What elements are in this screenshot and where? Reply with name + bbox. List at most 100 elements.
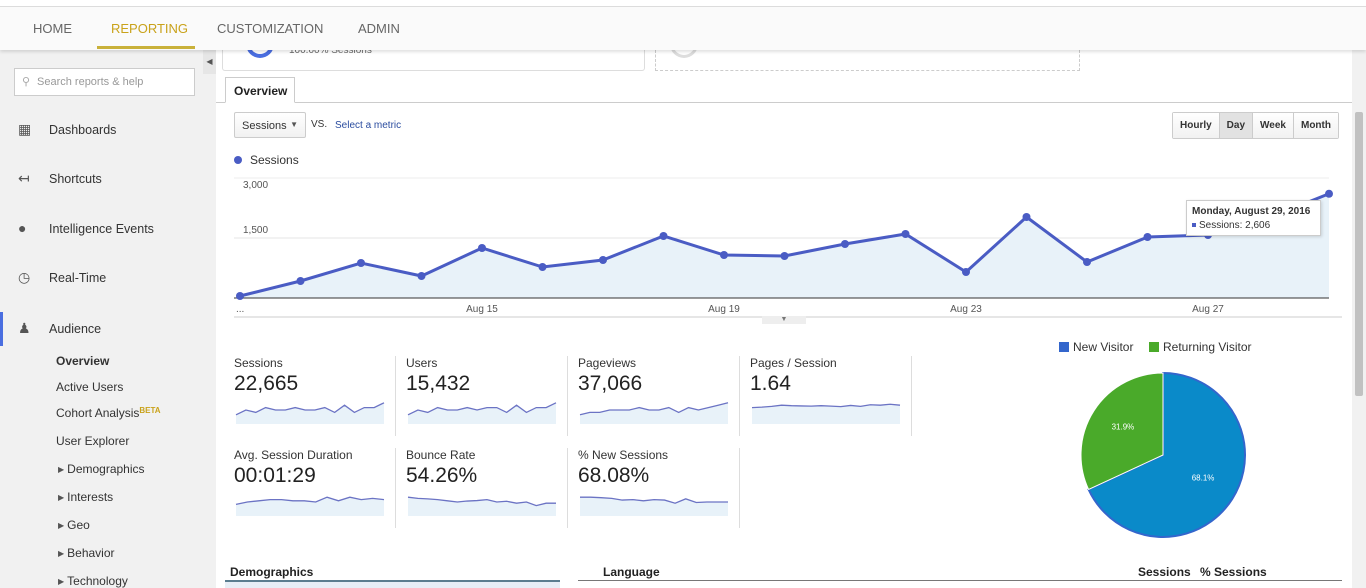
granularity-buttons: Hourly Day Week Month <box>1172 112 1339 139</box>
demographics-link[interactable]: ▶ Demographics <box>58 462 145 476</box>
metric-pages-session[interactable]: Pages / Session 1.64 <box>750 356 912 436</box>
sparkline-fill <box>752 404 900 424</box>
sidebar-item-label: Dashboards <box>49 123 117 137</box>
pie-legend-returning: Returning Visitor <box>1149 340 1252 354</box>
sparkline <box>580 496 728 516</box>
metric-name: % New Sessions <box>578 448 669 462</box>
language-header: Language <box>603 565 660 579</box>
demographics-header: Demographics <box>230 565 314 579</box>
nav-admin[interactable]: ADMIN <box>358 21 400 36</box>
data-point <box>1083 258 1091 266</box>
sidebar-item-label: Real-Time <box>49 271 107 285</box>
data-point <box>1022 213 1031 221</box>
legend-label: New Visitor <box>1073 340 1134 354</box>
day-button[interactable]: Day <box>1219 113 1254 138</box>
data-point <box>357 259 365 267</box>
data-point <box>962 268 970 276</box>
lightbulb-icon: ● <box>18 220 27 236</box>
metric--new-sessions[interactable]: % New Sessions 68.08% <box>578 448 740 528</box>
geo-link[interactable]: ▶ Geo <box>58 518 90 532</box>
sparkline-fill <box>580 402 728 424</box>
vs-label: VS. <box>311 119 328 130</box>
grid-icon: ▦ <box>18 121 32 137</box>
sidebar-item-intelligence-events[interactable]: ● Intelligence Events <box>0 214 216 244</box>
sparkline-fill <box>408 402 556 424</box>
sparkline <box>579 402 729 424</box>
metric-avg-session-duration[interactable]: Avg. Session Duration 00:01:29 <box>234 448 396 528</box>
chevron-down-icon: ▼ <box>290 120 298 129</box>
data-point <box>720 251 728 259</box>
sidebar: ⚲ Search reports & help ▦ Dashboards ↤ Shor… <box>0 50 216 588</box>
y-tick-label: 1,500 <box>243 225 268 236</box>
sparkline <box>235 402 385 424</box>
legend-label: Returning Visitor <box>1163 340 1252 354</box>
metric-users[interactable]: Users 15,432 <box>406 356 568 436</box>
x-tick-label: ... <box>236 304 244 315</box>
metric-pageviews[interactable]: Pageviews 37,066 <box>578 356 740 436</box>
x-tick-label: Aug 15 <box>466 304 498 315</box>
visitor-pie-chart[interactable]: 68.1% 31.9% <box>1078 370 1248 540</box>
sidebar-item-real-time[interactable]: ◷ Real-Time <box>0 263 216 293</box>
data-point <box>1143 233 1152 241</box>
label: Geo <box>67 518 90 532</box>
interests-link[interactable]: ▶ Interests <box>58 490 113 504</box>
metric-name: Avg. Session Duration <box>234 448 353 462</box>
chart-legend: Sessions <box>234 153 299 167</box>
search-placeholder: Search reports & help <box>37 76 144 88</box>
add-segment-card[interactable] <box>655 38 1080 71</box>
metric-value: 00:01:29 <box>234 464 316 487</box>
sparkline <box>751 403 901 424</box>
sidebar-item-label: Intelligence Events <box>49 222 154 236</box>
behavior-link[interactable]: ▶ Behavior <box>58 546 115 560</box>
legend-square <box>1059 342 1069 352</box>
scrollbar-thumb[interactable] <box>1355 112 1363 396</box>
metric-value: 1.64 <box>750 372 791 395</box>
sessions-line-chart[interactable]: 3,000 1,500... Aug 15 Aug 19 Aug 23 Aug 27 <box>216 170 1352 320</box>
nav-reporting[interactable]: REPORTING <box>111 21 188 36</box>
nav-home[interactable]: HOME <box>33 21 72 36</box>
sidebar-item-shortcuts[interactable]: ↤ Shortcuts <box>0 164 216 194</box>
x-tick-label: Aug 19 <box>708 304 740 315</box>
collapse-sidebar-button[interactable]: ◀ <box>203 50 216 74</box>
segment-card[interactable]: 100.00% Sessions <box>222 36 645 71</box>
technology-link[interactable]: ▶ Technology <box>58 574 128 588</box>
label: Technology <box>67 574 128 588</box>
chart-resize-handle[interactable]: ▼ <box>762 316 806 324</box>
metric-sessions[interactable]: Sessions 22,665 <box>234 356 396 436</box>
metric-select-value: Sessions <box>242 120 287 132</box>
top-nav: HOME REPORTING CUSTOMIZATION ADMIN <box>0 7 1366 50</box>
expand-triangle-icon: ▶ <box>58 549 65 558</box>
search-icon: ⚲ <box>22 76 31 88</box>
people-icon: ♟ <box>18 320 31 336</box>
month-button[interactable]: Month <box>1293 113 1338 138</box>
week-button[interactable]: Week <box>1253 113 1294 138</box>
sparkline <box>407 496 556 516</box>
scrollbar[interactable] <box>1352 50 1366 588</box>
audience-overview-link[interactable]: Overview <box>56 354 109 368</box>
active-users-link[interactable]: Active Users <box>56 380 123 394</box>
sidebar-item-dashboards[interactable]: ▦ Dashboards <box>0 115 216 145</box>
tab-overview[interactable]: Overview <box>225 77 295 103</box>
metric-select[interactable]: Sessions ▼ <box>234 112 306 138</box>
expand-triangle-icon: ▶ <box>58 577 65 586</box>
search-input[interactable]: ⚲ Search reports & help <box>14 68 195 96</box>
metric-bounce-rate[interactable]: Bounce Rate 54.26% <box>406 448 568 528</box>
x-tick-label: Aug 23 <box>950 304 982 315</box>
y-tick-label: 3,000 <box>243 180 268 191</box>
tab-divider <box>216 102 1352 103</box>
data-point <box>1325 189 1333 198</box>
data-point <box>417 272 426 280</box>
select-metric-link[interactable]: Select a metric <box>335 120 401 131</box>
sidebar-item-label: Audience <box>49 322 102 336</box>
pie-legend-new: New Visitor <box>1059 340 1133 354</box>
cohort-analysis-link[interactable]: Cohort AnalysisBETA <box>56 406 161 420</box>
hourly-button[interactable]: Hourly <box>1173 113 1220 138</box>
user-explorer-link[interactable]: User Explorer <box>56 434 129 448</box>
language-divider <box>578 580 1342 581</box>
tooltip-title: Monday, August 29, 2016 <box>1192 206 1311 217</box>
nav-customization[interactable]: CUSTOMIZATION <box>217 21 323 36</box>
metric-value: 37,066 <box>578 372 643 395</box>
metric-value: 22,665 <box>234 372 299 395</box>
sidebar-item-audience[interactable]: ♟ Audience <box>0 312 216 346</box>
metric-name: Pages / Session <box>750 356 837 370</box>
